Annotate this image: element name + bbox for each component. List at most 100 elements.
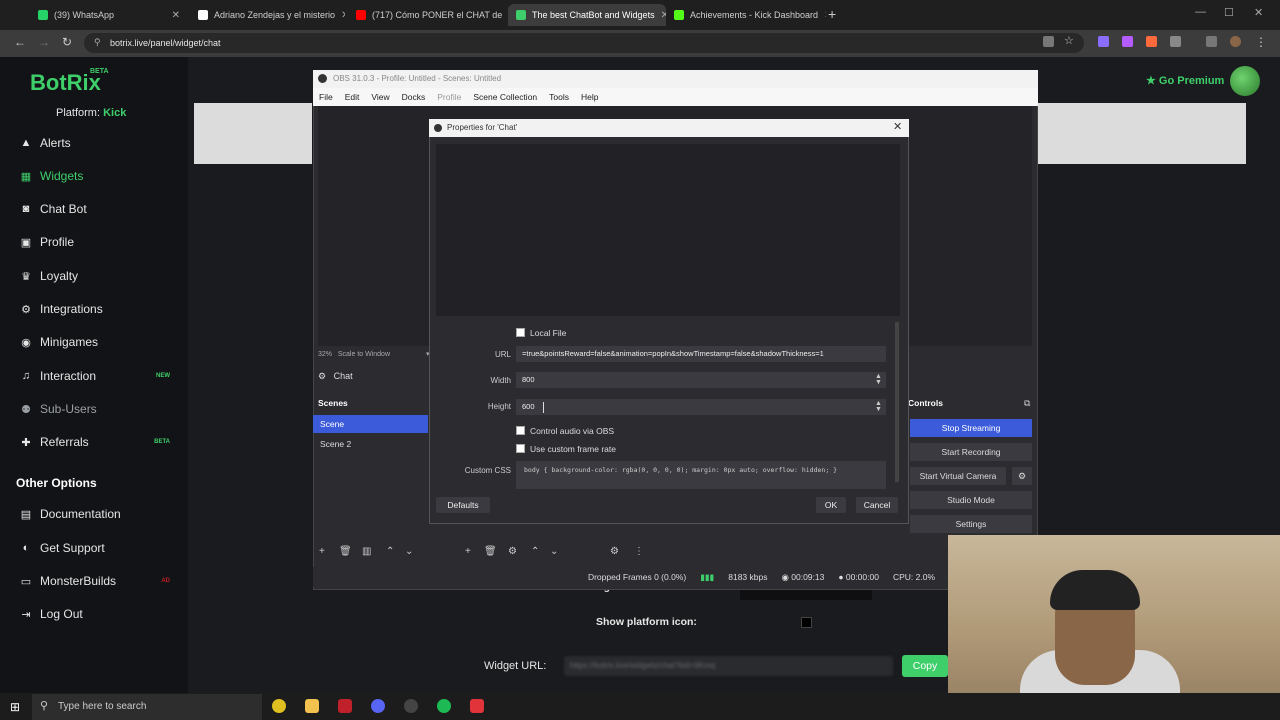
address-bar[interactable]: botrix.live/panel/widget/chat bbox=[84, 33, 1084, 53]
custom-frame-rate-checkbox[interactable] bbox=[516, 444, 525, 453]
spotify-icon[interactable] bbox=[437, 699, 451, 713]
sidebar-item-widgets[interactable]: ▦ Widgets bbox=[20, 167, 170, 185]
trash-icon[interactable]: 🗑 bbox=[339, 546, 352, 557]
studio-mode-button[interactable]: Studio Mode bbox=[910, 491, 1032, 509]
menu-help[interactable]: Help bbox=[581, 92, 598, 102]
tab-kick[interactable]: Achievements - Kick Dashboard✕ bbox=[666, 4, 826, 26]
discord-icon[interactable] bbox=[371, 699, 385, 713]
gear-icon[interactable]: ⚙ bbox=[1012, 467, 1032, 485]
sidebar-item-interaction[interactable]: ♫ Interaction NEW bbox=[20, 367, 170, 385]
local-file-checkbox[interactable] bbox=[516, 328, 525, 337]
forward-icon[interactable]: → bbox=[38, 35, 50, 49]
extension-icon[interactable] bbox=[1122, 36, 1133, 47]
windows-start-icon[interactable]: ⊞ bbox=[10, 700, 20, 714]
close-icon[interactable]: ✕ bbox=[341, 10, 345, 21]
taskbar-search[interactable]: Type here to search bbox=[32, 694, 262, 720]
menu-edit[interactable]: Edit bbox=[345, 92, 360, 102]
tab-whatsapp[interactable]: (39) WhatsApp ✕ bbox=[30, 4, 188, 26]
sidebar-item-referrals[interactable]: ✚ Referrals BETA bbox=[20, 433, 170, 451]
source-chat[interactable]: ⚙ Chat bbox=[318, 371, 353, 382]
settings-button[interactable]: Settings bbox=[910, 515, 1032, 533]
scrollbar[interactable] bbox=[895, 322, 899, 482]
cancel-button[interactable]: Cancel bbox=[856, 497, 898, 513]
sidebar-item-log-out[interactable]: ⇥ Log Out bbox=[20, 605, 170, 623]
back-icon[interactable]: ← bbox=[14, 35, 26, 49]
menu-icon[interactable]: ⋮ bbox=[1255, 35, 1267, 49]
menu-profile[interactable]: Profile bbox=[437, 92, 461, 102]
filter-icon[interactable]: ▥ bbox=[362, 546, 371, 557]
move-up-icon[interactable]: ⌃ bbox=[386, 546, 394, 557]
sidebar-item-sub-users[interactable]: ⚉ Sub-Users bbox=[20, 400, 170, 418]
menu-tools[interactable]: Tools bbox=[549, 92, 569, 102]
custom-css-textarea[interactable]: body { background-color: rgba(0, 0, 0, 0… bbox=[516, 461, 886, 489]
sidebar-item-loyalty[interactable]: ♛ Loyalty bbox=[20, 267, 170, 285]
sidebar-item-get-support[interactable]: ◐ Get Support bbox=[20, 539, 170, 557]
tab-botrix[interactable]: The best ChatBot and Widgets ✕ bbox=[508, 4, 666, 26]
scale-row[interactable]: 32% Scale to Window ▾ bbox=[318, 350, 429, 358]
widget-url-field[interactable]: https://botrix.live/widgets/chat?bid=9Km… bbox=[564, 656, 893, 676]
move-down-icon[interactable]: ⌄ bbox=[550, 546, 558, 557]
close-window-icon[interactable]: ✕ bbox=[1254, 6, 1263, 19]
control-audio-checkbox[interactable] bbox=[516, 426, 525, 435]
sidebar-item-documentation[interactable]: ▤ Documentation bbox=[20, 505, 170, 523]
sidebar-item-alerts[interactable]: ▲ Alerts bbox=[20, 134, 170, 152]
trash-icon[interactable]: 🗑 bbox=[484, 546, 497, 557]
tab-youtube-2[interactable]: (717) Cómo PONER el CHAT de✕ bbox=[348, 4, 508, 26]
close-icon[interactable]: ✕ bbox=[824, 10, 826, 21]
url-input[interactable]: =true&pointsReward=false&animation=popIn… bbox=[516, 346, 886, 362]
width-input[interactable]: 800 bbox=[516, 372, 886, 388]
chrome-icon[interactable] bbox=[272, 699, 286, 713]
sidebar-item-integrations[interactable]: ⚙ Integrations bbox=[20, 300, 170, 318]
show-platform-icon-toggle[interactable] bbox=[801, 617, 812, 628]
defaults-button[interactable]: Defaults bbox=[436, 497, 490, 513]
start-virtual-camera-button[interactable]: Start Virtual Camera bbox=[910, 467, 1006, 485]
close-icon[interactable]: ✕ bbox=[893, 120, 902, 133]
stop-streaming-button[interactable]: Stop Streaming bbox=[910, 419, 1032, 437]
start-recording-button[interactable]: Start Recording bbox=[910, 443, 1032, 461]
close-icon[interactable]: ✕ bbox=[172, 10, 180, 21]
media-icon[interactable] bbox=[1206, 36, 1217, 47]
star-icon[interactable]: ☆ bbox=[1064, 34, 1075, 47]
move-down-icon[interactable]: ⌄ bbox=[405, 546, 413, 557]
scene-item[interactable]: Scene bbox=[313, 415, 428, 433]
menu-docks[interactable]: Docks bbox=[402, 92, 426, 102]
undock-icon[interactable]: ⧉ bbox=[1024, 398, 1030, 409]
extension-icon[interactable] bbox=[1146, 36, 1157, 47]
app-icon[interactable] bbox=[470, 699, 484, 713]
translate-icon[interactable] bbox=[1043, 36, 1054, 47]
menu-file[interactable]: File bbox=[319, 92, 333, 102]
sidebar-item-chat-bot[interactable]: ◙ Chat Bot bbox=[20, 200, 170, 218]
height-input[interactable]: 600 bbox=[516, 399, 886, 415]
move-up-icon[interactable]: ⌃ bbox=[531, 546, 539, 557]
profile-avatar-icon[interactable] bbox=[1230, 36, 1241, 47]
width-stepper[interactable]: ▲ ▼ bbox=[875, 373, 882, 386]
site-info-icon[interactable]: ⚲ bbox=[94, 37, 101, 48]
sidebar-item-monsterbuilds[interactable]: ▭ MonsterBuilds AD bbox=[20, 572, 170, 590]
new-tab-button[interactable]: + bbox=[828, 6, 836, 22]
sidebar-item-minigames[interactable]: ◉ Minigames bbox=[20, 333, 170, 351]
obs-icon[interactable] bbox=[404, 699, 418, 713]
add-scene-icon[interactable]: + bbox=[319, 546, 325, 557]
avatar[interactable] bbox=[1230, 66, 1260, 96]
add-source-icon[interactable]: + bbox=[465, 546, 471, 557]
extension-icon[interactable] bbox=[1098, 36, 1109, 47]
maximize-icon[interactable]: ☐ bbox=[1224, 6, 1234, 19]
gear-icon[interactable]: ⚙ bbox=[508, 546, 517, 557]
extensions-puzzle-icon[interactable] bbox=[1170, 36, 1181, 47]
menu-scene-collection[interactable]: Scene Collection bbox=[473, 92, 537, 102]
minimize-icon[interactable]: — bbox=[1195, 6, 1206, 18]
file-explorer-icon[interactable] bbox=[305, 699, 319, 713]
tab-youtube-1[interactable]: Adriano Zendejas y el misterio✕ bbox=[190, 4, 345, 26]
scene-item[interactable]: Scene 2 bbox=[313, 435, 428, 453]
gear-icon[interactable]: ⚙ bbox=[610, 546, 619, 557]
more-icon[interactable]: ⋮ bbox=[634, 546, 644, 557]
reload-icon[interactable]: ↻ bbox=[62, 35, 72, 49]
sidebar-item-profile[interactable]: ▣ Profile bbox=[20, 233, 170, 251]
ok-button[interactable]: OK bbox=[816, 497, 846, 513]
app-icon[interactable] bbox=[338, 699, 352, 713]
go-premium-button[interactable]: ★ Go Premium bbox=[1146, 74, 1224, 87]
copy-button[interactable]: Copy bbox=[902, 655, 948, 677]
gear-icon[interactable]: ⚙ bbox=[318, 371, 326, 381]
height-stepper[interactable]: ▲ ▼ bbox=[875, 400, 882, 413]
menu-view[interactable]: View bbox=[371, 92, 389, 102]
